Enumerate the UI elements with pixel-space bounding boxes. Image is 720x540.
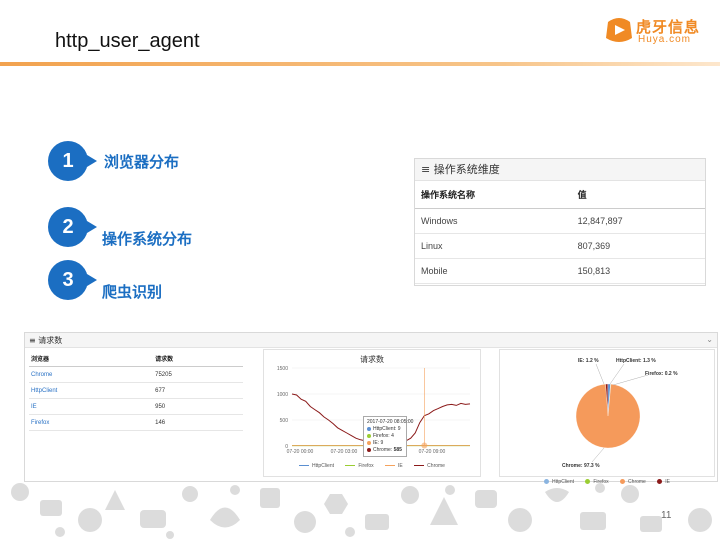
pie-label-connector (609, 363, 625, 385)
os-table: 操作系统名称 值 Windows 12,847,897 Linux 807,36… (415, 181, 705, 284)
legend-item[interactable]: Firefox (345, 463, 374, 469)
agenda-number-3: 3 (48, 260, 97, 300)
agenda-number-1: 1 (48, 141, 97, 181)
pie-label-ie: IE: 1.2 % (578, 358, 599, 364)
footer-pattern (11, 483, 712, 539)
pie-label-chrome: Chrome: 97.3 % (562, 463, 600, 469)
tooltip-value: 9 (397, 426, 401, 432)
tooltip-row: Firefox: 4 (367, 433, 403, 440)
os-name-cell: Windows (415, 208, 572, 234)
os-name-cell: Mobile (415, 258, 572, 284)
tooltip-row: Chrome: 585 (367, 447, 403, 454)
request-count-cell: 677 (153, 382, 243, 399)
y-tick-label: 1000 (277, 392, 288, 398)
agenda-number-2: 2 (48, 207, 97, 247)
os-name-cell: Linux (415, 233, 572, 259)
pie-label-connector (595, 363, 605, 385)
request-count-cell: 950 (153, 398, 243, 415)
legend-item[interactable]: Chrome (414, 463, 445, 469)
browser-link[interactable]: HttpClient (29, 382, 154, 399)
tooltip-series: IE (373, 440, 378, 446)
table-row: Linux 807,369 (415, 233, 705, 259)
tooltip-series: Firefox (373, 433, 389, 439)
huya-logo-icon (606, 18, 632, 42)
chart-tooltip: 2017-07-20 08:05:00 HttpClient: 9 Firefo… (363, 416, 414, 457)
table-row: Chrome 75205 (29, 366, 243, 383)
table-row: Mobile 150,813 (415, 258, 705, 284)
tooltip-series: Chrome (373, 447, 391, 453)
request-count-cell: 146 (153, 414, 243, 431)
tooltip-row: IE: 9 (367, 440, 403, 447)
slide-title: http_user_agent (55, 30, 200, 52)
os-value-cell: 12,847,897 (571, 208, 705, 234)
pie-label-connector (612, 374, 649, 386)
os-value-cell: 150,813 (571, 258, 705, 284)
req-col-browser: 浏览器 (29, 351, 154, 367)
legend-label: HttpClient (312, 463, 334, 469)
os-dimension-panel: ≡ 操作系统维度 操作系统名称 值 Windows 12,847,897 Lin… (414, 158, 706, 286)
table-row: HttpClient 677 (29, 382, 243, 399)
legend-label: Firefox (358, 463, 374, 469)
browser-link[interactable]: Firefox (29, 414, 154, 431)
pie-chart-svg (575, 363, 649, 463)
logo-text-en: Huya.com (638, 34, 692, 45)
pie-label-firefox: Firefox: 0.2 % (645, 371, 678, 377)
agenda-item-crawler-detection: 爬虫识别 (102, 283, 163, 301)
x-tick-label: 07-20 00:00 (287, 449, 314, 455)
table-row: Windows 12,847,897 (415, 208, 705, 234)
tooltip-row: HttpClient: 9 (367, 426, 403, 433)
request-count-cell: 75205 (153, 366, 243, 383)
page-number: 11 (661, 510, 672, 521)
x-tick-label: 07-20 09:00 (419, 449, 446, 455)
browser-link[interactable]: Chrome (29, 366, 154, 383)
legend-label: Chrome (427, 463, 445, 469)
tooltip-time: 2017-07-20 08:05:00 (367, 419, 414, 425)
browser-share-pie-chart: IE: 1.2 % HttpClient: 1.3 % Firefox: 0.2… (499, 349, 715, 485)
browser-link[interactable]: IE (29, 398, 154, 415)
chevron-down-icon[interactable]: ⌄ (706, 335, 713, 344)
huya-logo: 虎牙信息 Huya.com (604, 16, 708, 46)
requests-panel: ≡ 请求数 ⌄ 浏览器 请求数 Chrome 75205 HttpClient … (24, 332, 718, 485)
pie-label-connector (591, 447, 605, 463)
header-divider (0, 62, 720, 66)
tooltip-value: 4 (391, 433, 394, 439)
x-tick-label: 07-20 03:00 (331, 449, 358, 455)
tooltip-value: 9 (380, 440, 384, 446)
agenda-item-browser-distribution: 浏览器分布 (104, 153, 180, 171)
legend-item[interactable]: HttpClient (299, 463, 334, 469)
y-tick-label: 500 (280, 418, 289, 424)
y-tick-label: 1500 (277, 366, 288, 372)
os-col-name: 操作系统名称 (415, 181, 572, 209)
requests-line-chart: 请求数 0 500 1000 1500 07-20 00:00 07-20 03:00 07… (263, 349, 481, 477)
os-panel-title: ≡ 操作系统维度 (415, 159, 705, 181)
requests-panel-title: ≡ 请求数 (25, 333, 717, 348)
browser-requests-table: 浏览器 请求数 Chrome 75205 HttpClient 677 IE 9… (29, 351, 243, 431)
table-row: IE 950 (29, 398, 243, 415)
line-chart-legend: HttpClient Firefox IE Chrome (264, 463, 480, 469)
legend-item[interactable]: IE (385, 463, 403, 469)
os-col-value: 值 (571, 181, 705, 209)
tooltip-value: 585 (393, 447, 402, 453)
tooltip-series: HttpClient (373, 426, 395, 432)
pie-label-httpclient: HttpClient: 1.3 % (616, 358, 656, 364)
line-chart-svg: 05001000150007-20 00:00 07-20 03:00 07-20 … (277, 366, 471, 455)
req-col-count: 请求数 (153, 351, 243, 367)
os-value-cell: 807,369 (571, 233, 705, 259)
legend-label: IE (398, 463, 403, 469)
highlight-point (421, 442, 428, 449)
table-row: Firefox 146 (29, 414, 243, 431)
agenda-item-os-distribution: 操作系统分布 (102, 230, 193, 248)
